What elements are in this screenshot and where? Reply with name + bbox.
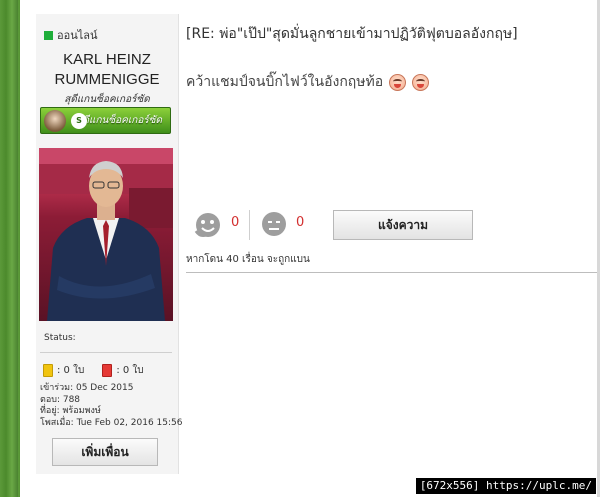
left-grass-border <box>0 0 20 497</box>
online-dot-icon <box>44 30 53 40</box>
post-body-text: คว้าแชมป์จนบิ๊กไฟว์ในอังกฤษท้อ <box>186 74 384 90</box>
user-rank: สุดีแกนซ็อคเกอร์ซัด <box>64 94 150 105</box>
smiley-icon <box>412 73 430 91</box>
rank-badge: S สุดีแกนซ็อคเกอร์ซัด <box>40 107 171 134</box>
online-label: ออนไลน์ <box>57 29 98 42</box>
smiley-icon <box>389 73 407 91</box>
like-face-icon[interactable] <box>194 211 222 239</box>
ban-warning: หากโดน 40 เรื่อน จะถูกแบน <box>186 254 310 265</box>
yellow-card-icon <box>43 364 53 377</box>
user-avatar[interactable] <box>39 148 173 321</box>
card-counts: : 0 ใบ : 0 ใบ <box>43 363 162 378</box>
post-body: คว้าแชมป์จนบิ๊กไฟว์ในอังกฤษท้อ <box>186 71 430 93</box>
user-location: ที่อยู่: พร้อมพงษ์ <box>40 406 101 416</box>
red-card-count: : 0 ใบ <box>116 365 144 376</box>
reply-count: ตอบ: 788 <box>40 394 81 405</box>
post-divider <box>186 272 597 273</box>
rank-badge-logo-icon: S <box>71 113 87 129</box>
rank-badge-photo-icon <box>44 110 66 132</box>
meh-count: 0 <box>296 215 305 230</box>
user-meta: เข้าร่วม: 05 Dec 2015 ตอบ: 788 ที่อยู่: … <box>40 383 182 429</box>
watermark: [672x556] https://uplc.me/ <box>415 478 596 494</box>
yellow-card-count: : 0 ใบ <box>57 365 85 376</box>
report-button[interactable]: แจ้งความ <box>333 210 473 240</box>
joined-date: เข้าร่วม: 05 Dec 2015 <box>40 383 134 393</box>
like-count: 0 <box>231 215 240 230</box>
username[interactable]: KARL HEINZ RUMMENIGGE <box>40 50 174 90</box>
red-card-icon <box>102 364 113 377</box>
username-line2: RUMMENIGGE <box>54 71 160 88</box>
online-status: ออนไลน์ <box>44 26 98 44</box>
username-line1: KARL HEINZ <box>63 51 151 68</box>
rank-badge-text: สุดีแกนซ็อคเกอร์ซัด <box>76 115 162 126</box>
sidebar-divider-line <box>40 352 172 353</box>
post-time: โพสเมื่อ: Tue Feb 02, 2016 15:56 <box>40 417 183 428</box>
reaction-separator <box>249 210 250 240</box>
add-friend-button[interactable]: เพิ่มเพื่อน <box>52 438 158 466</box>
post-title: [RE: พ่อ"เป๊ป"สุดมั่นลูกชายเข้ามาปฏิวัติ… <box>186 26 518 42</box>
status-label: Status: <box>44 333 76 343</box>
meh-face-icon[interactable] <box>261 211 287 237</box>
